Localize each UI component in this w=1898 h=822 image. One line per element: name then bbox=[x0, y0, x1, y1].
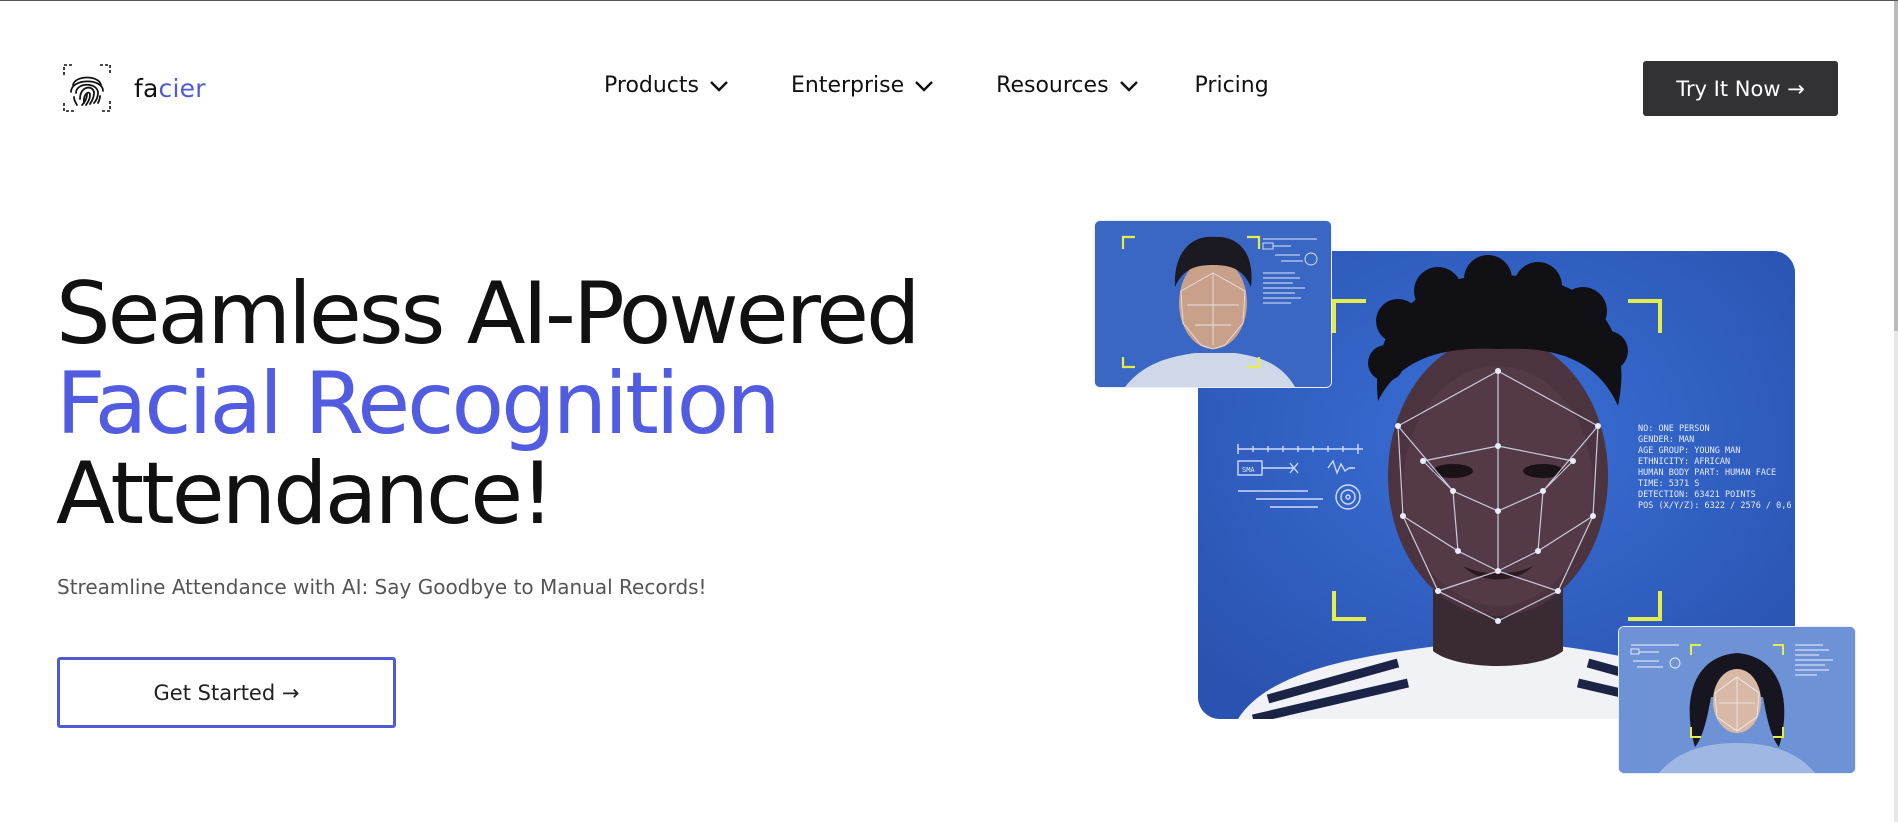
nav-item-label: Enterprise bbox=[791, 73, 905, 98]
main-nav: Products Enterprise Resources Pricing bbox=[604, 73, 1269, 98]
hud-line: POS (X/Y/Z): 6322 / 2576 / 0,6 bbox=[1638, 501, 1792, 511]
hud-line: ETHNICITY: AFRICAN bbox=[1638, 457, 1730, 467]
chevron-down-icon bbox=[710, 80, 728, 92]
nav-item-label: Products bbox=[604, 73, 699, 98]
hud-line: TIME: 5371 S bbox=[1638, 479, 1699, 489]
chevron-down-icon bbox=[1119, 80, 1138, 92]
hud-line: HUMAN BODY PART: HUMAN FACE bbox=[1638, 468, 1776, 478]
nav-item-products[interactable]: Products bbox=[604, 73, 729, 98]
hud-line: NO: ONE PERSON bbox=[1638, 424, 1710, 434]
hero-title-line1: Seamless AI-Powered bbox=[56, 264, 921, 364]
brand-name-part2: cier bbox=[158, 73, 206, 103]
nav-item-enterprise[interactable]: Enterprise bbox=[791, 73, 934, 98]
hud-line: DETECTION: 63421 POINTS bbox=[1638, 490, 1756, 500]
try-it-now-button[interactable]: Try It Now → bbox=[1643, 61, 1838, 116]
hero-title-line3: Attendance! bbox=[56, 444, 555, 544]
fingerprint-icon bbox=[62, 63, 112, 113]
page-scrollbar[interactable] bbox=[1894, 1, 1898, 822]
site-header: facier Products Enterprise Resources Pri… bbox=[0, 1, 1890, 176]
nav-item-resources[interactable]: Resources bbox=[996, 73, 1138, 98]
nav-item-label: Resources bbox=[996, 73, 1109, 98]
scrollbar-thumb[interactable] bbox=[1894, 1, 1898, 331]
hud-line: GENDER: MAN bbox=[1638, 435, 1694, 445]
brand-name-part1: fa bbox=[134, 73, 159, 103]
hud-line: AGE GROUP: YOUNG MAN bbox=[1638, 446, 1740, 456]
hero-title-highlight: Facial Recognition bbox=[56, 354, 781, 454]
scan-thumbnail-man bbox=[1094, 220, 1332, 388]
get-started-button[interactable]: Get Started → bbox=[57, 657, 396, 728]
nav-item-pricing[interactable]: Pricing bbox=[1195, 73, 1269, 98]
brand-logo[interactable]: facier bbox=[62, 63, 206, 113]
brand-name: facier bbox=[134, 74, 206, 103]
scan-thumbnail-woman bbox=[1618, 626, 1856, 774]
hero-subtitle: Streamline Attendance with AI: Say Goodb… bbox=[57, 575, 707, 599]
hero-title: Seamless AI-Powered Facial Recognition A… bbox=[56, 264, 921, 544]
hud-mini-label: SMA bbox=[1242, 466, 1255, 474]
chevron-down-icon bbox=[915, 80, 934, 92]
nav-item-label: Pricing bbox=[1194, 73, 1269, 98]
